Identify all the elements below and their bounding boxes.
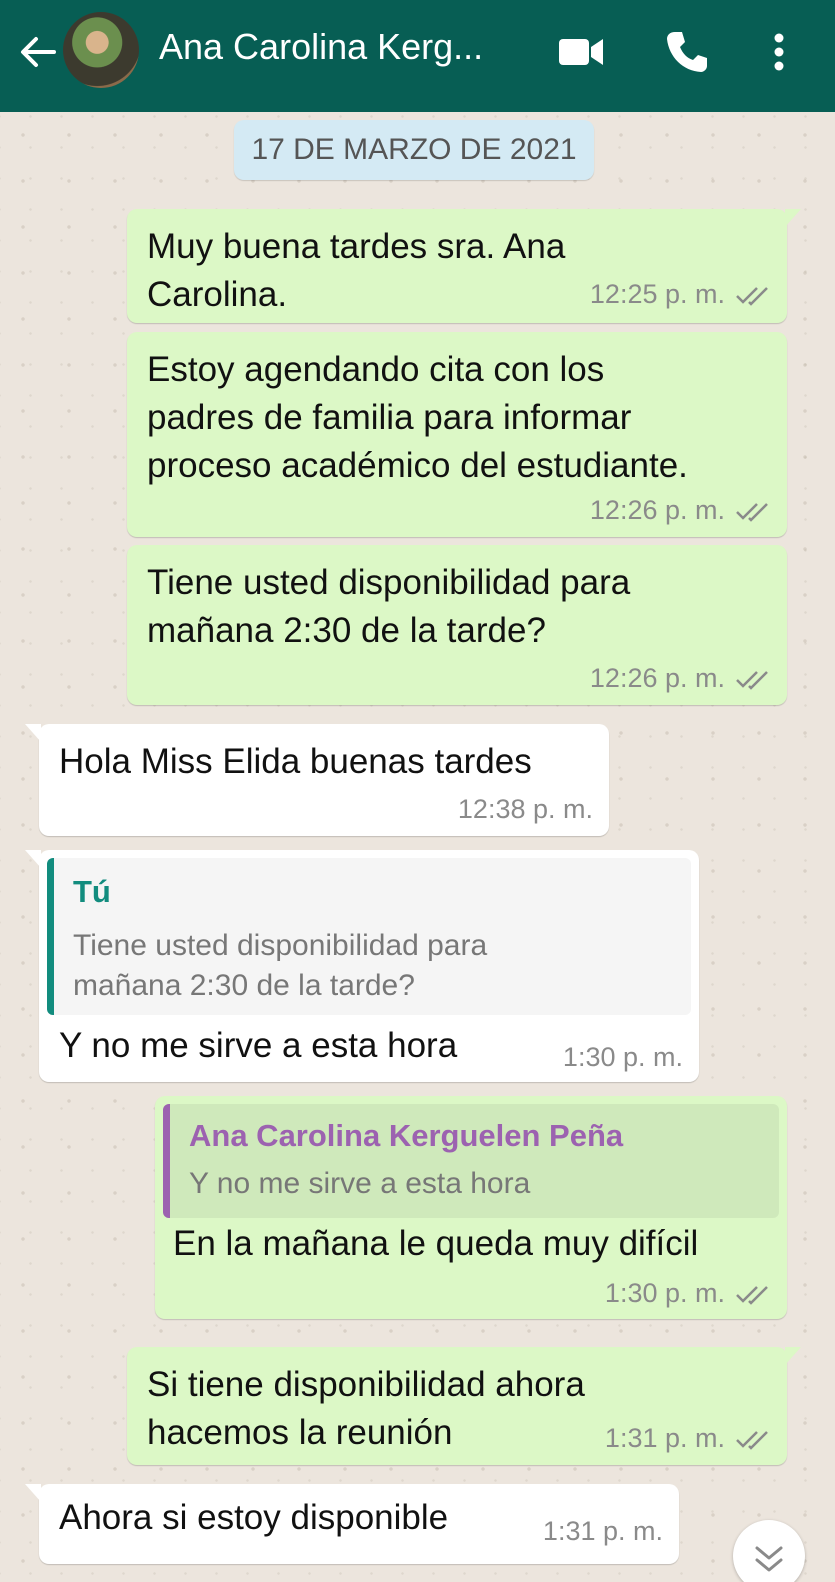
quote-author: Tú [73, 874, 111, 909]
message-outgoing[interactable]: Muy buena tardes sra. Ana Carolina. 12:2… [127, 209, 801, 323]
message-text: Y no me sirve a esta hora [59, 1026, 458, 1065]
message-meta: 12:26 p. m. [590, 495, 771, 526]
message-time: 12:25 p. m. [589, 279, 725, 309]
message-meta: 12:38 p. m. [458, 794, 593, 825]
message-text: Muy buena tardes sra. Ana Carolina. [147, 227, 566, 314]
video-call-icon[interactable] [555, 26, 607, 78]
message-time: 12:26 p. m. [589, 495, 725, 525]
message-text: Si tiene disponibilidad ahora hacemos la… [147, 1365, 585, 1452]
message-time: 12:38 p. m. [457, 794, 593, 824]
double-check-icon [736, 1430, 768, 1450]
message-meta: 1:30 p. m. [605, 1278, 771, 1309]
double-check-icon [736, 1285, 768, 1305]
message-meta: 1:30 p. m. [563, 1042, 683, 1073]
chat-area[interactable]: 17 DE MARZO DE 2021 Muy buena tardes sra… [0, 112, 835, 1582]
double-check-icon [736, 670, 768, 690]
contact-name[interactable]: Ana Carolina Kerg... [159, 26, 519, 68]
phone-icon[interactable] [661, 26, 713, 78]
avatar[interactable] [63, 12, 139, 88]
message-outgoing[interactable]: Estoy agendando cita con los padres de f… [127, 332, 787, 537]
message-outgoing[interactable]: Ana Carolina Kerguelen Peña Y no me sirv… [155, 1096, 787, 1319]
message-time: 1:31 p. m. [604, 1423, 725, 1453]
message-text: En la mañana le queda muy difícil [173, 1224, 699, 1263]
quote-author: Ana Carolina Kerguelen Peña [189, 1118, 624, 1153]
message-text: Estoy agendando cita con los padres de f… [147, 350, 688, 485]
message-text: Hola Miss Elida buenas tardes [59, 742, 532, 781]
message-incoming[interactable]: Hola Miss Elida buenas tardes 12:38 p. m… [25, 724, 609, 836]
message-incoming[interactable]: Ahora si estoy disponible 1:31 p. m. [25, 1484, 679, 1564]
message-incoming[interactable]: Tú Tiene usted disponibilidad para mañan… [25, 850, 699, 1082]
message-outgoing[interactable]: Si tiene disponibilidad ahora hacemos la… [127, 1347, 801, 1465]
message-time: 1:30 p. m. [562, 1042, 683, 1072]
double-chevron-down-icon [755, 1546, 783, 1572]
double-check-icon [736, 502, 768, 522]
quote-text: Tiene usted disponibilidad para mañana 2… [73, 929, 488, 1002]
scroll-to-bottom-button[interactable] [733, 1520, 805, 1582]
message-meta: 1:31 p. m. [605, 1423, 771, 1454]
chat-header: Ana Carolina Kerg... [0, 0, 835, 112]
quoted-message[interactable]: Ana Carolina Kerguelen Peña Y no me sirv… [163, 1104, 779, 1218]
message-meta: 12:25 p. m. [590, 279, 771, 310]
message-text: Ahora si estoy disponible [59, 1498, 449, 1537]
message-time: 12:26 p. m. [589, 663, 725, 693]
date-separator: 17 DE MARZO DE 2021 [234, 120, 594, 180]
message-meta: 1:31 p. m. [543, 1516, 663, 1547]
message-text: Tiene usted disponibilidad para mañana 2… [147, 563, 631, 650]
quote-text: Y no me sirve a esta hora [189, 1167, 531, 1200]
message-outgoing[interactable]: Tiene usted disponibilidad para mañana 2… [127, 545, 787, 705]
message-meta: 12:26 p. m. [590, 663, 771, 694]
quoted-message[interactable]: Tú Tiene usted disponibilidad para mañan… [47, 858, 691, 1015]
double-check-icon [736, 286, 768, 306]
more-vertical-icon[interactable] [753, 26, 805, 78]
arrow-left-icon[interactable] [14, 28, 62, 76]
message-time: 1:31 p. m. [542, 1516, 663, 1546]
message-time: 1:30 p. m. [604, 1278, 725, 1308]
